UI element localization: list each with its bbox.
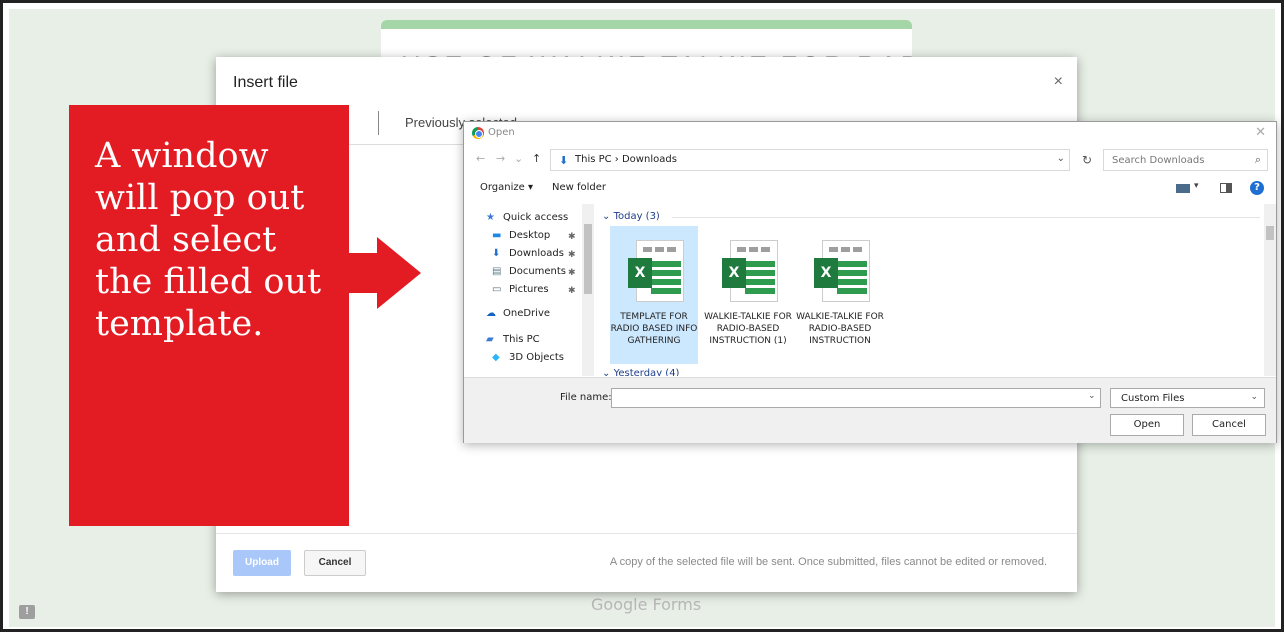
- sidebar-item-label: Documents: [509, 266, 567, 277]
- chevron-down-icon[interactable]: ⌄: [1088, 391, 1096, 401]
- chrome-icon: [472, 127, 484, 139]
- sidebar-item-onedrive[interactable]: ☁ OneDrive: [486, 308, 550, 319]
- pin-icon: ✱: [568, 286, 576, 296]
- search-input[interactable]: Search Downloads ⌕: [1103, 149, 1268, 171]
- file-type-select[interactable]: Custom Files ⌄: [1110, 388, 1265, 408]
- sidebar-item-label: Downloads: [509, 248, 564, 259]
- file-item[interactable]: X TEMPLATE FOR RADIO BASED INFO GATHERIN…: [610, 226, 698, 364]
- sidebar-item-this-pc[interactable]: ▰ This PC: [486, 334, 540, 345]
- insert-file-footer: Upload Cancel A copy of the selected fil…: [216, 533, 1077, 592]
- file-type-value: Custom Files: [1121, 393, 1185, 404]
- downloads-icon: ⬇: [559, 154, 569, 167]
- file-list: ⌄ Today (3) X TEMPLATE FOR RADIO BASED I…: [596, 204, 1266, 376]
- organize-button[interactable]: Organize ▾: [480, 182, 533, 193]
- search-icon: ⌕: [1254, 153, 1261, 166]
- file-item[interactable]: X WALKIE-TALKIE FOR RADIO-BASED INSTRUCT…: [796, 226, 884, 364]
- upload-button[interactable]: Upload: [233, 550, 291, 576]
- file-name: TEMPLATE FOR RADIO BASED INFO GATHERING: [610, 312, 698, 346]
- file-name-input[interactable]: [611, 388, 1101, 408]
- refresh-icon[interactable]: ↻: [1082, 153, 1092, 167]
- back-arrow-icon[interactable]: ←: [476, 152, 485, 165]
- submission-note: A copy of the selected file will be sent…: [609, 556, 1047, 568]
- sidebar-item-desktop[interactable]: ▬ Desktop: [492, 230, 550, 241]
- chevron-down-icon: ⌄: [1250, 392, 1258, 402]
- preview-pane-icon[interactable]: [1220, 183, 1232, 193]
- forward-arrow-icon[interactable]: →: [496, 152, 505, 165]
- scrollbar-thumb[interactable]: [1266, 226, 1274, 240]
- sidebar-item-label: This PC: [503, 334, 540, 345]
- sidebar-item-label: OneDrive: [503, 308, 551, 319]
- new-folder-button[interactable]: New folder: [552, 182, 606, 193]
- callout-text: A window will pop out and select the fil…: [95, 136, 322, 344]
- file-list-scrollbar[interactable]: [1264, 204, 1276, 376]
- group-header-yesterday[interactable]: ⌄ Yesterday (4): [602, 368, 679, 376]
- file-item[interactable]: X WALKIE-TALKIE FOR RADIO-BASED INSTRUCT…: [704, 226, 792, 364]
- close-icon[interactable]: ×: [1054, 73, 1063, 91]
- cube-icon: ◆: [492, 352, 500, 363]
- pin-icon: ✱: [568, 232, 576, 242]
- google-forms-brand: Google Forms: [591, 595, 702, 614]
- sidebar-item-label: Pictures: [509, 284, 549, 295]
- star-icon: ★: [486, 212, 495, 223]
- excel-file-icon: X: [814, 240, 870, 304]
- file-name: WALKIE-TALKIE FOR RADIO-BASED INSTRUCTIO…: [796, 312, 884, 346]
- computer-icon: ▰: [486, 334, 494, 345]
- feedback-icon[interactable]: !: [19, 605, 35, 619]
- sidebar-item-label: Desktop: [509, 230, 551, 241]
- pin-icon: ✱: [568, 250, 576, 260]
- group-header-today[interactable]: ⌄ Today (3): [602, 211, 660, 222]
- downloads-icon: ⬇: [492, 248, 501, 259]
- documents-icon: ▤: [492, 266, 502, 277]
- navigation-scrollbar[interactable]: [582, 204, 594, 376]
- dialog-toolbar: Organize ▾ New folder ▾ ?: [464, 174, 1276, 202]
- open-button[interactable]: Open: [1110, 414, 1184, 436]
- open-dialog-title: Open: [488, 127, 515, 138]
- file-name: WALKIE-TALKIE FOR RADIO-BASED INSTRUCTIO…: [704, 312, 792, 346]
- excel-file-icon: X: [628, 240, 684, 304]
- search-placeholder: Search Downloads: [1112, 155, 1205, 166]
- sidebar-item-3d-objects[interactable]: ◆ 3D Objects: [492, 352, 564, 363]
- close-icon[interactable]: ✕: [1255, 125, 1266, 140]
- address-path: This PC › Downloads: [575, 154, 677, 165]
- group-label: Yesterday (4): [613, 368, 680, 376]
- file-name-label: File name:: [560, 392, 612, 403]
- recent-chevron-icon[interactable]: ⌄: [514, 152, 523, 165]
- slide: USE OF WALKIE-TALKIE FOR RADIO Google Fo…: [0, 0, 1284, 632]
- chevron-down-icon[interactable]: ⌄: [1057, 153, 1065, 164]
- cloud-icon: ☁: [486, 308, 496, 319]
- sidebar-item-documents[interactable]: ▤ Documents: [492, 266, 566, 277]
- sidebar-item-quick-access[interactable]: ★ Quick access: [486, 212, 568, 223]
- address-bar[interactable]: ⬇ This PC › Downloads ⌄: [550, 149, 1070, 171]
- tab-divider: [378, 111, 379, 135]
- group-label: Today (3): [613, 211, 660, 222]
- arrow-body: [349, 253, 379, 293]
- open-dialog-titlebar: Open ✕: [464, 122, 1276, 146]
- cancel-button[interactable]: Cancel: [1192, 414, 1266, 436]
- cancel-button[interactable]: Cancel: [304, 550, 366, 576]
- navigation-pane: ★ Quick access ▬ Desktop ✱ ⬇ Downloads ✱ ▤ D…: [464, 204, 594, 376]
- desktop-icon: ▬: [492, 230, 502, 241]
- insert-file-title: Insert file: [233, 74, 298, 91]
- up-arrow-icon[interactable]: ↑: [532, 152, 541, 165]
- navigation-row: ← → ⌄ ↑ ⬇ This PC › Downloads ⌄ ↻ Search…: [464, 148, 1276, 172]
- change-view-icon[interactable]: [1176, 184, 1190, 193]
- sidebar-item-label: Quick access: [503, 212, 569, 223]
- sidebar-item-pictures[interactable]: ▭ Pictures: [492, 284, 549, 295]
- excel-file-icon: X: [722, 240, 778, 304]
- chevron-down-icon[interactable]: ▾: [1194, 181, 1199, 191]
- sidebar-item-label: 3D Objects: [509, 352, 565, 363]
- pin-icon: ✱: [568, 268, 576, 278]
- dialog-bottom-bar: File name: ⌄ Custom Files ⌄ Open Cancel: [464, 377, 1276, 443]
- arrow-right-icon: [377, 237, 421, 309]
- help-icon[interactable]: ?: [1250, 181, 1264, 195]
- instruction-callout: A window will pop out and select the fil…: [69, 105, 349, 526]
- sidebar-item-downloads[interactable]: ⬇ Downloads: [492, 248, 564, 259]
- group-divider: [672, 217, 1260, 218]
- pictures-icon: ▭: [492, 284, 502, 295]
- open-file-dialog: Open ✕ ← → ⌄ ↑ ⬇ This PC › Downloads ⌄ ↻…: [463, 121, 1277, 443]
- scrollbar-thumb[interactable]: [584, 224, 592, 294]
